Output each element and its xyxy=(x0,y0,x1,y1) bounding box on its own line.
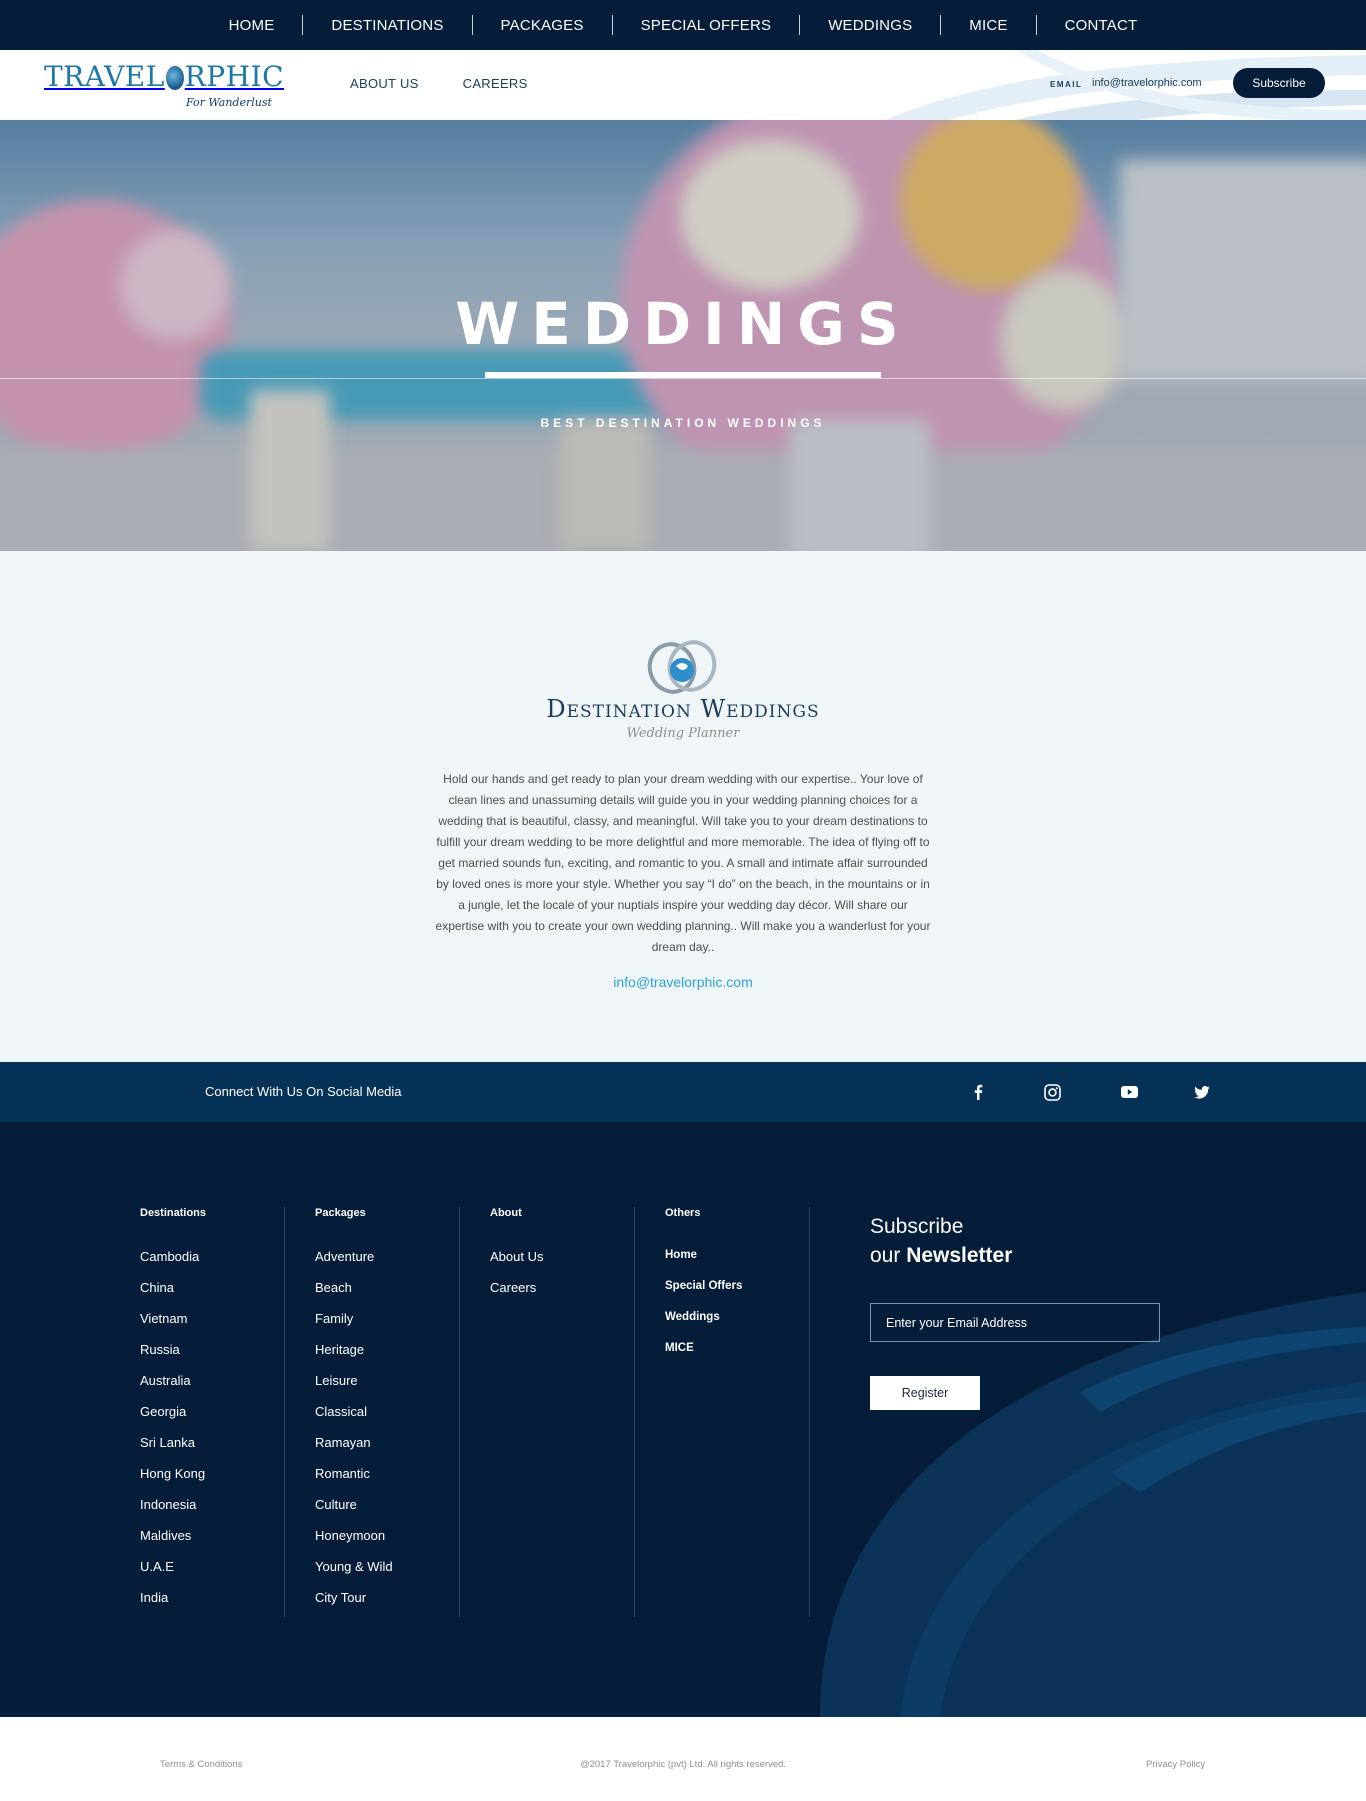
footer-link-family[interactable]: Family xyxy=(315,1311,353,1326)
email-label: EMAIL xyxy=(1050,80,1083,89)
footer-link-georgia[interactable]: Georgia xyxy=(140,1404,186,1419)
site-header: TRAVEL RPHIC For Wanderlust ABOUT US CAR… xyxy=(0,50,1366,120)
packages-list: Adventure Beach Family Heritage Leisure … xyxy=(315,1249,393,1621)
nav-about-us[interactable]: ABOUT US xyxy=(350,76,419,91)
about-list: About Us Careers xyxy=(490,1249,543,1311)
logo-text-prefix: TRAVEL xyxy=(44,60,165,93)
nav-weddings[interactable]: WEDDINGS xyxy=(800,17,940,34)
instagram-icon[interactable] xyxy=(1040,1080,1064,1104)
secondary-navigation: ABOUT US CAREERS xyxy=(350,76,528,91)
footer-link-culture[interactable]: Culture xyxy=(315,1497,357,1512)
footer-link-young-wild[interactable]: Young & Wild xyxy=(315,1559,393,1574)
footer-link-weddings[interactable]: Weddings xyxy=(665,1311,720,1323)
footer-link-ramayan[interactable]: Ramayan xyxy=(315,1435,371,1450)
footer-link-cambodia[interactable]: Cambodia xyxy=(140,1249,199,1264)
footer-packages-column: Packages Adventure Beach Family Heritage… xyxy=(315,1207,393,1621)
footer-link-special-offers[interactable]: Special Offers xyxy=(665,1280,742,1292)
others-list: Home Special Offers Weddings MICE xyxy=(665,1249,742,1373)
footer-link-beach[interactable]: Beach xyxy=(315,1280,352,1295)
nav-careers[interactable]: CAREERS xyxy=(463,76,528,91)
nav-special-offers[interactable]: SPECIAL OFFERS xyxy=(613,17,800,34)
nav-home[interactable]: HOME xyxy=(201,17,303,34)
footer-link-careers[interactable]: Careers xyxy=(490,1280,536,1295)
footer-link-mice[interactable]: MICE xyxy=(665,1342,694,1354)
footer-link-maldives[interactable]: Maldives xyxy=(140,1528,191,1543)
page-subtitle: BEST DESTINATION WEDDINGS xyxy=(540,416,826,430)
footer-about-title: About xyxy=(490,1207,522,1219)
footer-link-vietnam[interactable]: Vietnam xyxy=(140,1311,187,1326)
youtube-icon[interactable] xyxy=(1117,1080,1141,1104)
footer-link-romantic[interactable]: Romantic xyxy=(315,1466,370,1481)
footer-link-indonesia[interactable]: Indonesia xyxy=(140,1497,196,1512)
nav-contact[interactable]: CONTACT xyxy=(1037,17,1166,34)
newsletter-line-1: Subscribe xyxy=(870,1215,964,1238)
privacy-link[interactable]: Privacy Policy xyxy=(1146,1759,1205,1770)
logo-tagline: For Wanderlust xyxy=(186,96,272,109)
content-email-wrap: info@travelorphic.com xyxy=(0,974,1366,990)
nav-destinations[interactable]: DESTINATIONS xyxy=(303,17,471,34)
footer-column-divider xyxy=(809,1207,810,1617)
footer-about-column: About About Us Careers xyxy=(490,1207,543,1311)
contact-email-link[interactable]: info@travelorphic.com xyxy=(613,974,753,990)
footer-others-column: Others Home Special Offers Weddings MICE xyxy=(665,1207,742,1373)
footer-link-about-us[interactable]: About Us xyxy=(490,1249,543,1264)
footer-link-adventure[interactable]: Adventure xyxy=(315,1249,374,1264)
nav-packages[interactable]: PACKAGES xyxy=(473,17,612,34)
footer-link-leisure[interactable]: Leisure xyxy=(315,1373,358,1388)
footer-link-australia[interactable]: Australia xyxy=(140,1373,191,1388)
newsletter-heading: Subscribe our Newsletter xyxy=(870,1212,1012,1270)
page-title: WEDDINGS xyxy=(455,290,911,358)
top-nav-list: HOME DESTINATIONS PACKAGES SPECIAL OFFER… xyxy=(0,0,1366,50)
subscribe-button[interactable]: Subscribe xyxy=(1233,68,1325,98)
wedding-rings-logo xyxy=(647,640,717,694)
footer-link-uae[interactable]: U.A.E xyxy=(140,1559,174,1574)
nav-mice[interactable]: MICE xyxy=(941,17,1035,34)
footer-column-divider xyxy=(284,1207,285,1617)
footer-column-divider xyxy=(459,1207,460,1617)
footer-destinations-column: Destinations Cambodia China Vietnam Russ… xyxy=(140,1207,206,1621)
site-footer: Destinations Cambodia China Vietnam Russ… xyxy=(0,1122,1366,1717)
globe-icon xyxy=(165,65,184,90)
footer-destinations-title: Destinations xyxy=(140,1207,207,1219)
logo-wordmark: TRAVEL RPHIC xyxy=(44,60,284,93)
newsletter-line-2-bold: Newsletter xyxy=(906,1244,1013,1267)
footer-link-india[interactable]: India xyxy=(140,1590,168,1605)
twitter-icon[interactable] xyxy=(1190,1080,1214,1104)
footer-link-classical[interactable]: Classical xyxy=(315,1404,367,1419)
newsletter-line-2: our Newsletter xyxy=(870,1241,1012,1270)
destination-weddings-heading: Destination Weddings xyxy=(546,695,820,723)
footer-link-russia[interactable]: Russia xyxy=(140,1342,180,1357)
footer-link-city-tour[interactable]: City Tour xyxy=(315,1590,366,1605)
hero-banner: WEDDINGS BEST DESTINATION WEDDINGS xyxy=(0,120,1366,551)
top-navigation: HOME DESTINATIONS PACKAGES SPECIAL OFFER… xyxy=(0,0,1366,50)
header-email-link[interactable]: info@travelorphic.com xyxy=(1092,77,1202,89)
footer-link-heritage[interactable]: Heritage xyxy=(315,1342,364,1357)
facebook-icon[interactable] xyxy=(966,1080,990,1104)
footer-link-sri-lanka[interactable]: Sri Lanka xyxy=(140,1435,195,1450)
intro-paragraph: Hold our hands and get ready to plan you… xyxy=(435,772,931,954)
title-underline xyxy=(485,372,881,378)
footer-link-honeymoon[interactable]: Honeymoon xyxy=(315,1528,385,1543)
hero-divider-line xyxy=(0,378,1366,379)
newsletter-line-2-prefix: our xyxy=(870,1244,907,1267)
wedding-intro-section: Destination Weddings Wedding Planner Hol… xyxy=(0,551,1366,1062)
social-label: Connect With Us On Social Media xyxy=(205,1084,402,1099)
footer-link-hong-kong[interactable]: Hong Kong xyxy=(140,1466,205,1481)
footer-packages-title: Packages xyxy=(315,1207,366,1219)
copyright-bar: Terms & Conditions @2017 Travelorphic (p… xyxy=(0,1717,1366,1801)
register-button[interactable]: Register xyxy=(870,1376,980,1410)
footer-column-divider xyxy=(634,1207,635,1617)
newsletter-email-input[interactable] xyxy=(870,1303,1160,1342)
wedding-planner-subheading: Wedding Planner xyxy=(626,726,740,741)
footer-others-title: Others xyxy=(665,1207,701,1219)
destinations-list: Cambodia China Vietnam Russia Australia … xyxy=(140,1249,206,1621)
social-media-bar: Connect With Us On Social Media xyxy=(0,1062,1366,1122)
site-logo[interactable]: TRAVEL RPHIC For Wanderlust xyxy=(44,60,284,112)
logo-text-suffix: RPHIC xyxy=(184,60,284,93)
footer-link-china[interactable]: China xyxy=(140,1280,174,1295)
footer-link-home[interactable]: Home xyxy=(665,1249,697,1261)
